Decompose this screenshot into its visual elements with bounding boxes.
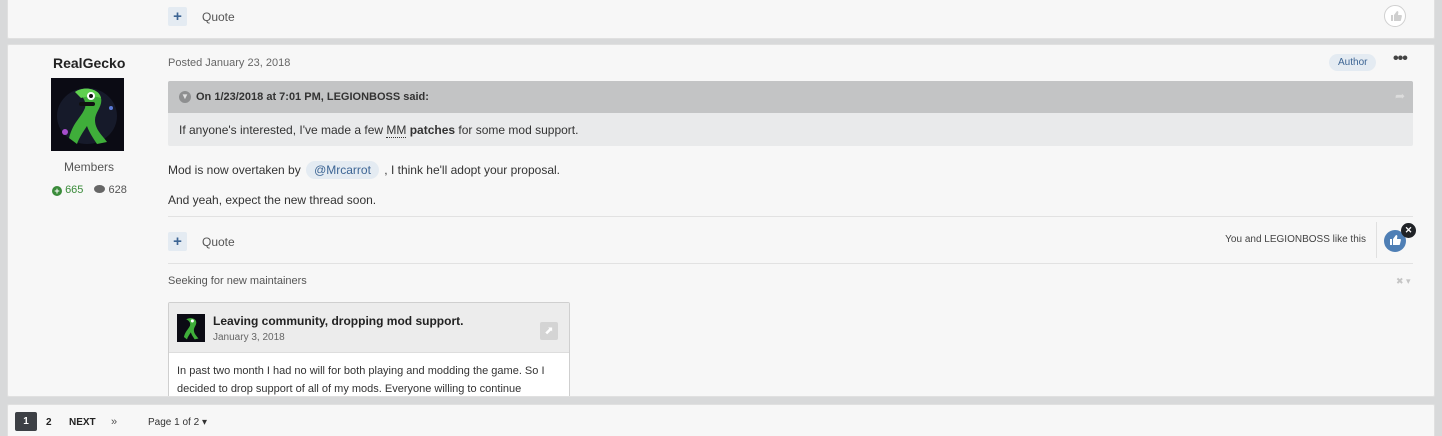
share-arrow-icon[interactable]: ➦ xyxy=(1395,89,1405,103)
gecko-avatar-image xyxy=(51,78,124,151)
avatar[interactable] xyxy=(51,78,124,151)
divider xyxy=(1376,222,1377,258)
quote-text: If anyone's interested, I've made a few … xyxy=(179,123,579,138)
signature-text: Seeking for new maintainers xyxy=(168,275,307,287)
author-stats: + 665 628 xyxy=(52,184,127,196)
next-page-button[interactable]: NEXT xyxy=(69,417,96,428)
reputation-plus-icon: + xyxy=(52,186,62,196)
gecko-avatar-image xyxy=(177,314,205,342)
multiquote-plus-button[interactable]: + xyxy=(168,7,187,26)
previous-post-card: + Quote xyxy=(7,0,1435,39)
embed-header: Leaving community, dropping mod support.… xyxy=(169,303,569,353)
page-1-button[interactable]: 1 xyxy=(15,412,37,431)
user-mention[interactable]: @Mrcarrot xyxy=(306,161,379,179)
thumbs-up-icon xyxy=(1391,11,1402,21)
embed-excerpt: In past two month I had no will for both… xyxy=(177,365,545,395)
quote-text-end: for some mod support. xyxy=(455,123,579,137)
paragraph-text: Mod is now overtaken by xyxy=(168,163,305,177)
post-date[interactable]: Posted January 23, 2018 xyxy=(168,57,290,69)
likes-summary[interactable]: You and LEGIONBOSS like this xyxy=(1225,234,1366,245)
signature-options-icon[interactable]: ✖ ▾ xyxy=(1396,276,1411,287)
quote-citation-bar: ▼ On 1/23/2018 at 7:01 PM, LEGIONBOSS sa… xyxy=(168,81,1413,113)
chevron-down-icon[interactable]: ▼ xyxy=(179,91,191,103)
last-page-icon[interactable]: » xyxy=(111,416,117,428)
more-options-icon[interactable]: ••• xyxy=(1393,50,1408,68)
post-paragraph-2: And yeah, expect the new thread soon. xyxy=(168,193,377,207)
abbr-mm: MM xyxy=(386,123,407,138)
chevron-down-icon: ▾ xyxy=(201,417,207,428)
member-group: Members xyxy=(64,160,115,174)
pagination-bar: 1 2 NEXT » Page 1 of 2 ▾ xyxy=(7,404,1435,436)
patches-link[interactable]: patches xyxy=(410,123,455,137)
paragraph-text: , I think he'll adopt your proposal. xyxy=(380,163,560,177)
author-name[interactable]: RealGecko xyxy=(53,55,125,71)
remove-reaction-button[interactable]: ✕ xyxy=(1401,223,1416,238)
page-of-label: Page 1 of 2 xyxy=(148,417,200,428)
reputation-count: 665 xyxy=(65,184,84,196)
post-paragraph-1: Mod is now overtaken by @Mrcarrot , I th… xyxy=(168,161,560,179)
quote-link[interactable]: Quote xyxy=(202,10,235,24)
embed-title[interactable]: Leaving community, dropping mod support. xyxy=(213,314,463,328)
embed-date: January 3, 2018 xyxy=(213,332,285,343)
divider xyxy=(168,263,1413,264)
quote-citation[interactable]: On 1/23/2018 at 7:01 PM, LEGIONBOSS said… xyxy=(196,91,429,103)
embedded-topic-card[interactable]: Leaving community, dropping mod support.… xyxy=(168,302,570,396)
quote-block: ▼ On 1/23/2018 at 7:01 PM, LEGIONBOSS sa… xyxy=(168,81,1413,146)
quote-text-start: If anyone's interested, I've made a few xyxy=(179,123,387,137)
reaction-button[interactable] xyxy=(1384,5,1406,27)
page-jump-dropdown[interactable]: Page 1 of 2 ▾ xyxy=(148,417,207,428)
thumbs-up-icon xyxy=(1390,235,1401,245)
post-card: RealGecko Members + 665 628 Posted Janua… xyxy=(7,44,1435,397)
comment-icon xyxy=(94,185,106,193)
external-link-icon[interactable]: ⬈ xyxy=(540,322,558,340)
embed-avatar xyxy=(177,314,205,342)
multiquote-plus-button[interactable]: + xyxy=(168,232,187,251)
author-badge: Author xyxy=(1329,54,1377,71)
divider xyxy=(168,216,1413,217)
page-2-button[interactable]: 2 xyxy=(46,417,52,428)
post-count: 628 xyxy=(108,184,127,196)
quote-link[interactable]: Quote xyxy=(202,235,235,249)
